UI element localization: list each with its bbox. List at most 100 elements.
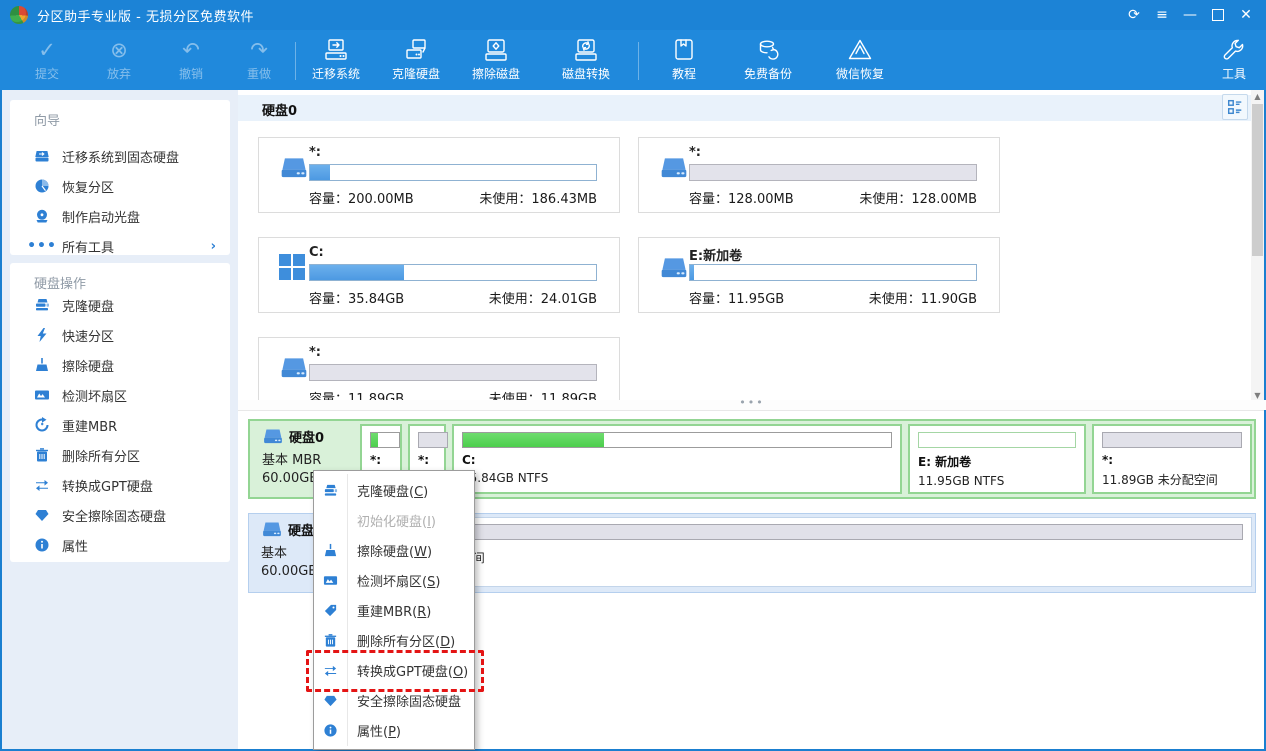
window-title: 分区助手专业版 - 无损分区免费软件 bbox=[37, 6, 254, 25]
discard-button: ⊗ 放弃 bbox=[88, 35, 150, 87]
backup-database-icon bbox=[755, 35, 781, 65]
menu-item-check-bad-sectors[interactable]: 检测坏扇区(S) bbox=[314, 565, 474, 595]
sidebar-item-wipe-disk[interactable]: 擦除硬盘 bbox=[10, 350, 230, 380]
volume-card[interactable]: C: 容量：35.84GB 未使用：24.01GB bbox=[258, 237, 620, 313]
broom-icon bbox=[34, 357, 50, 373]
sidebar-item-clone-disk[interactable]: 克隆硬盘 bbox=[10, 290, 230, 320]
drive-icon bbox=[279, 356, 309, 380]
bootable-disc-icon bbox=[34, 208, 50, 224]
check-icon: ✓ bbox=[38, 35, 56, 65]
capacity-text: 容量：200.00MB bbox=[309, 188, 414, 207]
sidebar-disk-ops-panel: 硬盘操作 克隆硬盘 快速分区 擦除硬盘 bbox=[10, 263, 230, 562]
windows-logo-icon bbox=[279, 256, 309, 280]
usage-bar bbox=[309, 264, 597, 281]
broom-icon bbox=[314, 543, 347, 558]
sidebar-item-properties[interactable]: 属性 bbox=[10, 530, 230, 560]
commit-button: ✓ 提交 bbox=[16, 35, 78, 87]
unused-text: 未使用：186.43MB bbox=[479, 188, 597, 207]
sidebar-wizard-panel: 向导 迁移系统到固态硬盘 恢复分区 制作启动光盘 ••• bbox=[10, 100, 230, 255]
sidebar-item-migrate-ssd[interactable]: 迁移系统到固态硬盘 bbox=[10, 141, 230, 171]
disk-convert-button[interactable]: 磁盘转换 bbox=[544, 35, 628, 87]
toolbar: ✓ 提交 ⊗ 放弃 ↶ 撤销 ↷ 重做 迁移系统 克隆硬盘 bbox=[0, 30, 1266, 90]
bad-sector-wave-icon bbox=[314, 573, 347, 588]
titlebar: 分区助手专业版 - 无损分区免费软件 ⟳ ≡ — ✕ bbox=[0, 0, 1266, 30]
volume-card[interactable]: *: 容量：200.00MB 未使用：186.43MB bbox=[258, 137, 620, 213]
drive-icon bbox=[659, 256, 689, 280]
volume-cards-area: *: 容量：200.00MB 未使用：186.43MB *: 容量：128.00… bbox=[238, 121, 1251, 400]
sidebar-item-rebuild-mbr[interactable]: 重建MBR bbox=[10, 410, 230, 440]
sidebar-item-recover-partition[interactable]: 恢复分区 bbox=[10, 171, 230, 201]
scroll-up-icon[interactable]: ▲ bbox=[1251, 90, 1264, 103]
convert-gpt-icon bbox=[34, 477, 50, 493]
menu-icon[interactable]: ≡ bbox=[1148, 0, 1176, 30]
disk-name: 硬盘0 bbox=[289, 427, 324, 446]
clone-disk-icon bbox=[314, 483, 347, 498]
sidebar-item-all-tools[interactable]: ••• 所有工具 › bbox=[10, 231, 230, 261]
info-circle-icon bbox=[34, 537, 50, 553]
secure-erase-diamond-icon bbox=[34, 507, 50, 523]
lightning-icon bbox=[34, 327, 50, 343]
menu-item-delete-all-partitions[interactable]: 删除所有分区(D) bbox=[314, 625, 474, 655]
menu-item-wipe-disk[interactable]: 擦除硬盘(W) bbox=[314, 535, 474, 565]
vertical-scrollbar: ▲ ▼ bbox=[1251, 90, 1264, 402]
volume-card[interactable]: *: 容量：11.89GB 未使用：11.89GB bbox=[258, 337, 620, 400]
unused-text: 未使用：11.89GB bbox=[489, 388, 597, 400]
tools-button[interactable]: 工具 bbox=[1206, 35, 1262, 87]
partition-block-c[interactable]: C: 35.84GB NTFS bbox=[452, 424, 902, 494]
info-circle-icon bbox=[314, 723, 347, 738]
view-toggle-button[interactable] bbox=[1222, 94, 1248, 120]
partition-block-unallocated[interactable]: 60.00GB 未分配空间 bbox=[360, 517, 1252, 587]
disk-group-header: 硬盘0 bbox=[238, 95, 1251, 121]
wechat-recovery-button[interactable]: 微信恢复 bbox=[818, 35, 902, 87]
tutorial-book-icon bbox=[671, 35, 697, 65]
partition-block-unallocated[interactable]: *: 11.89GB 未分配空间 bbox=[1092, 424, 1252, 494]
refresh-icon[interactable]: ⟳ bbox=[1120, 0, 1148, 30]
menu-item-convert-gpt[interactable]: 转换成GPT硬盘(O) bbox=[314, 655, 474, 685]
usage-bar bbox=[689, 264, 977, 281]
sidebar-item-secure-erase-ssd[interactable]: 安全擦除固态硬盘 bbox=[10, 500, 230, 530]
tutorial-button[interactable]: 教程 bbox=[650, 35, 718, 87]
capacity-text: 容量：11.89GB bbox=[309, 388, 404, 400]
sidebar-section-title: 向导 bbox=[34, 110, 60, 129]
bad-sector-wave-icon bbox=[34, 387, 50, 403]
disk-group-title: 硬盘0 bbox=[262, 100, 297, 119]
close-button[interactable]: ✕ bbox=[1232, 0, 1260, 30]
menu-item-properties[interactable]: 属性(P) bbox=[314, 715, 474, 745]
partition-block-e[interactable]: E: 新加卷 11.95GB NTFS bbox=[908, 424, 1086, 494]
usage-bar bbox=[309, 364, 597, 381]
sidebar-item-bootable-disc[interactable]: 制作启动光盘 bbox=[10, 201, 230, 231]
scrollbar-thumb[interactable] bbox=[1252, 104, 1263, 256]
migrate-system-button[interactable]: 迁移系统 bbox=[298, 35, 374, 87]
sidebar-item-check-bad-sectors[interactable]: 检测坏扇区 bbox=[10, 380, 230, 410]
menu-item-clone-disk[interactable]: 克隆硬盘(C) bbox=[314, 475, 474, 505]
menu-item-rebuild-mbr[interactable]: 重建MBR(R) bbox=[314, 595, 474, 625]
menu-item-secure-erase-ssd[interactable]: 安全擦除固态硬盘 bbox=[314, 685, 474, 715]
sidebar-item-quick-partition[interactable]: 快速分区 bbox=[10, 320, 230, 350]
migrate-ssd-icon bbox=[34, 148, 50, 164]
free-backup-button[interactable]: 免费备份 bbox=[726, 35, 810, 87]
minimize-button[interactable]: — bbox=[1176, 0, 1204, 30]
wrench-icon bbox=[1221, 35, 1247, 65]
clone-disk-icon bbox=[34, 297, 50, 313]
clone-disk-button[interactable]: 克隆硬盘 bbox=[378, 35, 454, 87]
volume-card[interactable]: E:新加卷 容量：11.95GB 未使用：11.90GB bbox=[638, 237, 1000, 313]
unused-text: 未使用：11.90GB bbox=[869, 288, 977, 307]
convert-gpt-icon bbox=[314, 663, 347, 678]
unused-text: 未使用：128.00MB bbox=[859, 188, 977, 207]
more-dots-icon: ••• bbox=[34, 238, 50, 254]
unused-text: 未使用：24.01GB bbox=[489, 288, 597, 307]
wipe-disk-button[interactable]: 擦除磁盘 bbox=[458, 35, 534, 87]
maximize-button[interactable] bbox=[1204, 0, 1232, 30]
disk-type: 基本 MBR bbox=[262, 449, 324, 468]
secure-erase-diamond-icon bbox=[314, 693, 347, 708]
sidebar-item-convert-gpt[interactable]: 转换成GPT硬盘 bbox=[10, 470, 230, 500]
drive-icon bbox=[659, 156, 689, 180]
panel-splitter[interactable]: ••• bbox=[238, 400, 1266, 410]
cancel-circle-icon: ⊗ bbox=[110, 35, 128, 65]
rebuild-mbr-tag-icon bbox=[314, 603, 347, 618]
sidebar-item-delete-all-partitions[interactable]: 删除所有分区 bbox=[10, 440, 230, 470]
undo-button: ↶ 撤销 bbox=[160, 35, 222, 87]
chevron-right-icon: › bbox=[211, 239, 216, 254]
trash-icon bbox=[314, 633, 347, 648]
volume-card[interactable]: *: 容量：128.00MB 未使用：128.00MB bbox=[638, 137, 1000, 213]
